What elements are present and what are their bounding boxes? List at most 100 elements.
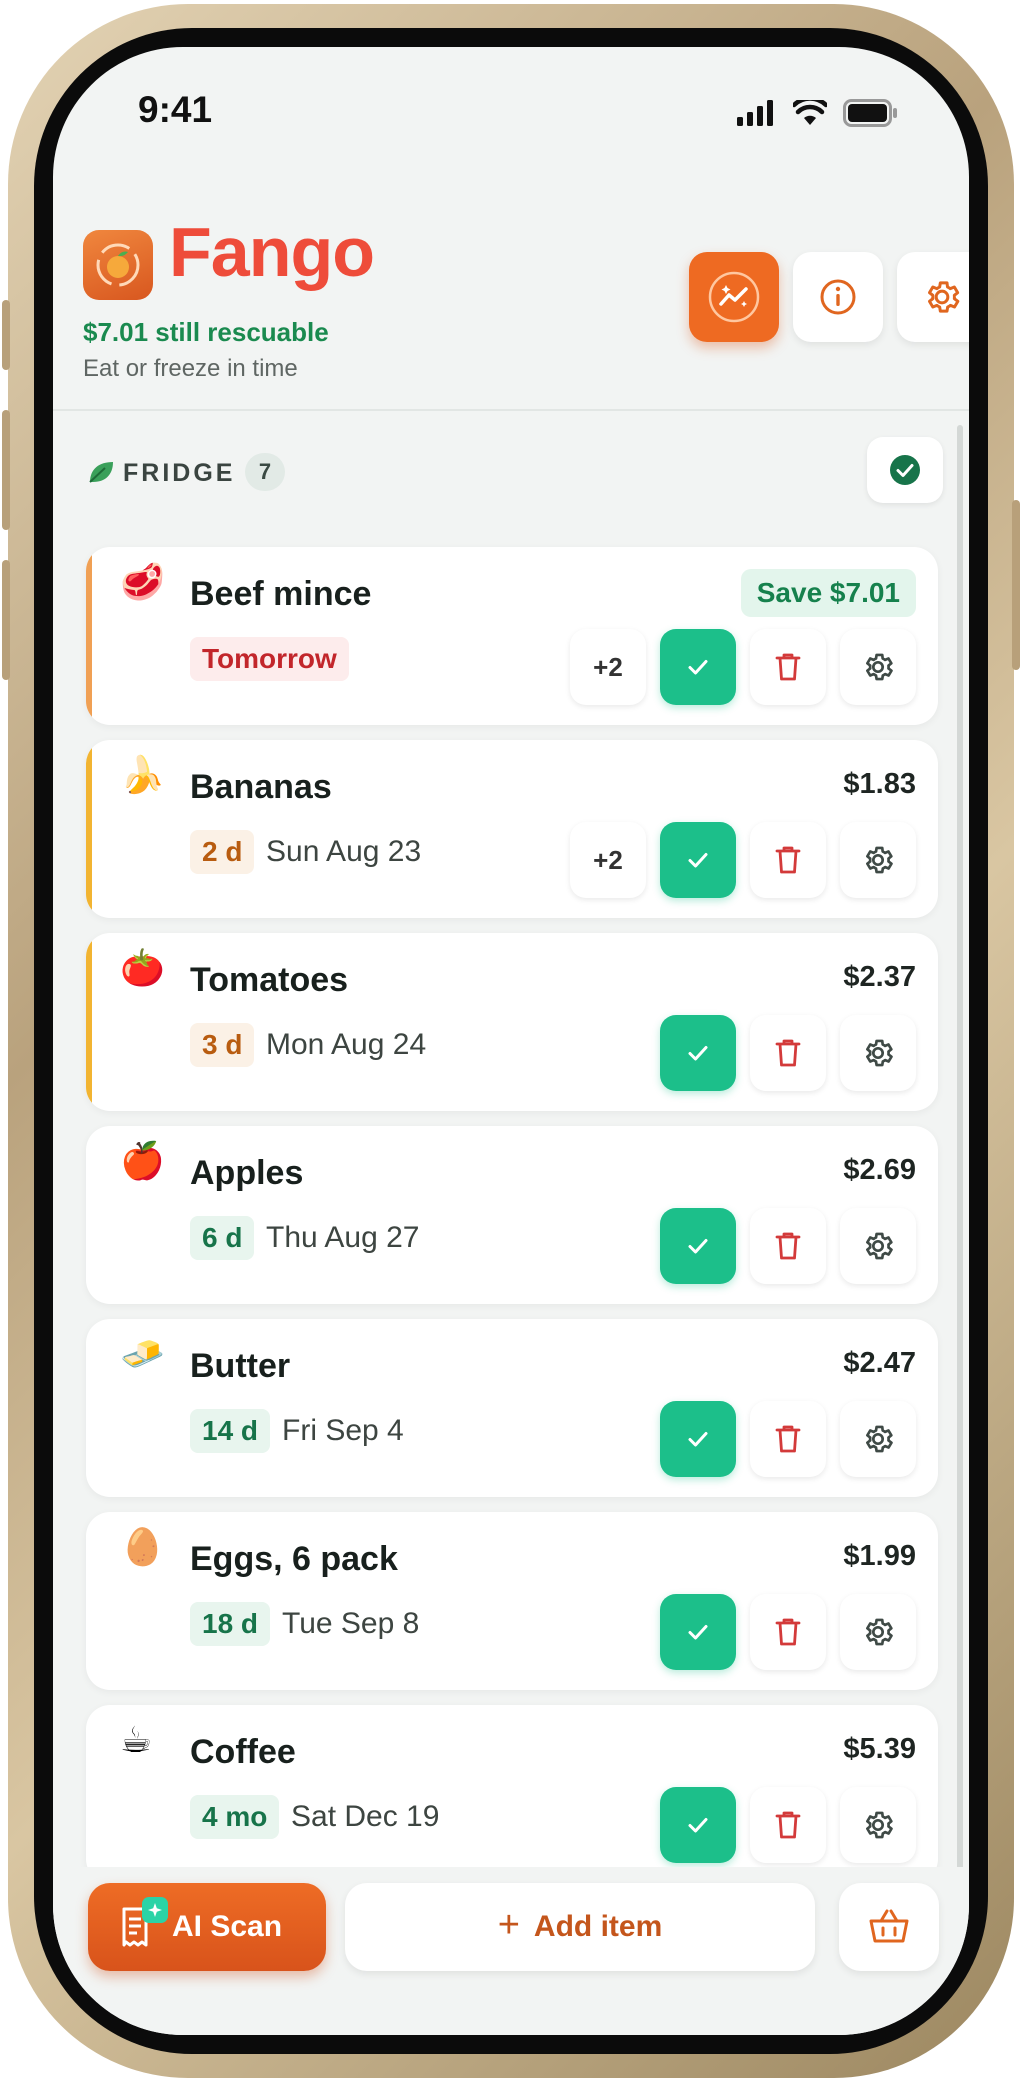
- food-icon: ☕: [120, 1720, 153, 1761]
- days-left-badge: 14 d: [190, 1409, 271, 1453]
- item-settings-button[interactable]: [840, 822, 916, 898]
- item-name: Butter: [190, 1347, 291, 1385]
- food-icon: 🥩: [120, 562, 165, 603]
- side-button-power: [1012, 500, 1020, 670]
- leaf-icon: [87, 459, 115, 490]
- food-icon: 🍌: [120, 755, 165, 796]
- gear-icon: [866, 1811, 893, 1839]
- wifi-icon: [791, 96, 829, 131]
- days-left-badge: 6 d: [190, 1216, 255, 1260]
- app-screen: 9:41 Fango $7.01 still rescuable Eat or …: [53, 47, 969, 2035]
- delete-item-button[interactable]: [750, 1401, 826, 1477]
- add-item-button[interactable]: + Add item: [345, 1883, 815, 1971]
- basket-button[interactable]: [839, 1883, 939, 1971]
- gear-icon: [866, 1232, 893, 1260]
- item-price: $1.83: [843, 768, 916, 800]
- mark-eaten-button[interactable]: [660, 822, 736, 898]
- check-icon: [688, 1432, 708, 1447]
- item-card[interactable]: 🥚 Eggs, 6 pack $1.99 18 d Tue Sep 8: [86, 1512, 938, 1690]
- gear-icon: [866, 1618, 893, 1646]
- item-price: $1.99: [843, 1540, 916, 1572]
- item-settings-button[interactable]: [840, 1401, 916, 1477]
- trash-icon: [775, 1232, 801, 1260]
- item-name: Tomatoes: [190, 961, 349, 999]
- item-settings-button[interactable]: [840, 1208, 916, 1284]
- trash-icon: [775, 846, 801, 874]
- insights-button[interactable]: [689, 252, 779, 342]
- item-settings-button[interactable]: [840, 1015, 916, 1091]
- delete-item-button[interactable]: [750, 629, 826, 705]
- food-icon: 🥚: [120, 1527, 165, 1568]
- mark-eaten-button[interactable]: [660, 629, 736, 705]
- delete-item-button[interactable]: [750, 822, 826, 898]
- days-left-badge: 3 d: [190, 1023, 255, 1067]
- item-settings-button[interactable]: [840, 629, 916, 705]
- delete-item-button[interactable]: [750, 1787, 826, 1863]
- more-items-button[interactable]: +2: [570, 822, 646, 898]
- app-logo: [83, 230, 153, 300]
- mark-eaten-button[interactable]: [660, 1401, 736, 1477]
- item-card[interactable]: ☕ Coffee $5.39 4 mo Sat Dec 19: [86, 1705, 938, 1883]
- trash-icon: [775, 653, 801, 681]
- check-icon: [688, 853, 708, 868]
- item-card[interactable]: 🥩 Beef mince Save $7.01 Tomorrow +2: [86, 547, 938, 725]
- side-button-volume-down: [2, 560, 10, 680]
- food-icon: 🍎: [120, 1141, 165, 1182]
- days-left-badge: 4 mo: [190, 1795, 280, 1839]
- days-left-badge: 18 d: [190, 1602, 271, 1646]
- receipt-scan-icon: [118, 1897, 168, 1949]
- side-button-volume-up: [2, 410, 10, 530]
- gear-icon: [866, 653, 893, 681]
- item-settings-button[interactable]: [840, 1594, 916, 1670]
- ai-scan-label: AI Scan: [172, 1910, 283, 1943]
- item-name: Bananas: [190, 768, 332, 806]
- item-card[interactable]: 🍌 Bananas $1.83 2 d Sun Aug 23 +2: [86, 740, 938, 918]
- mark-eaten-button[interactable]: [660, 1594, 736, 1670]
- bottom-bar: AI Scan + Add item: [53, 1867, 969, 2035]
- food-icon: 🧈: [120, 1334, 165, 1375]
- settings-button[interactable]: [897, 252, 969, 342]
- expiry-date: Mon Aug 24: [266, 1028, 427, 1061]
- expiry-date: Sat Dec 19: [291, 1800, 440, 1833]
- basket-icon: [869, 1909, 909, 1943]
- mark-eaten-button[interactable]: [660, 1787, 736, 1863]
- scrollbar-thumb[interactable]: [957, 425, 963, 1925]
- delete-item-button[interactable]: [750, 1594, 826, 1670]
- ai-scan-button[interactable]: AI Scan: [88, 1883, 326, 1971]
- status-time: 9:41: [138, 89, 213, 130]
- urgency-bar: [86, 933, 92, 1111]
- mark-eaten-button[interactable]: [660, 1015, 736, 1091]
- item-settings-button[interactable]: [840, 1787, 916, 1863]
- app-title: Fango: [169, 213, 375, 291]
- mark-eaten-button[interactable]: [660, 1208, 736, 1284]
- gear-icon: [866, 1039, 893, 1067]
- app-header: Fango $7.01 still rescuable Eat or freez…: [53, 177, 969, 411]
- scrollbar[interactable]: [957, 425, 963, 1925]
- urgency-bar: [86, 740, 92, 918]
- urgency-bar: [86, 547, 92, 725]
- info-button[interactable]: [793, 252, 883, 342]
- gear-icon: [866, 846, 893, 874]
- check-icon: [688, 660, 708, 675]
- info-icon: [820, 279, 856, 315]
- item-name: Beef mince: [190, 575, 372, 613]
- delete-item-button[interactable]: [750, 1208, 826, 1284]
- more-items-button[interactable]: +2: [570, 629, 646, 705]
- item-name: Coffee: [190, 1733, 296, 1771]
- section-count-badge: 7: [245, 453, 285, 491]
- item-price: $5.39: [843, 1733, 916, 1765]
- trash-icon: [775, 1811, 801, 1839]
- save-badge: Save $7.01: [740, 569, 916, 617]
- status-bar: 9:41: [53, 47, 969, 177]
- check-icon: [688, 1625, 708, 1640]
- item-card[interactable]: 🍎 Apples $2.69 6 d Thu Aug 27: [86, 1126, 938, 1304]
- expiry-date: Fri Sep 4: [282, 1414, 404, 1447]
- item-card[interactable]: 🍅 Tomatoes $2.37 3 d Mon Aug 24: [86, 933, 938, 1111]
- check-icon: [688, 1046, 708, 1061]
- more-count: +2: [593, 651, 623, 682]
- tagline: Eat or freeze in time: [83, 355, 298, 382]
- trash-icon: [775, 1618, 801, 1646]
- item-card[interactable]: 🧈 Butter $2.47 14 d Fri Sep 4: [86, 1319, 938, 1497]
- select-all-button[interactable]: [867, 437, 943, 503]
- delete-item-button[interactable]: [750, 1015, 826, 1091]
